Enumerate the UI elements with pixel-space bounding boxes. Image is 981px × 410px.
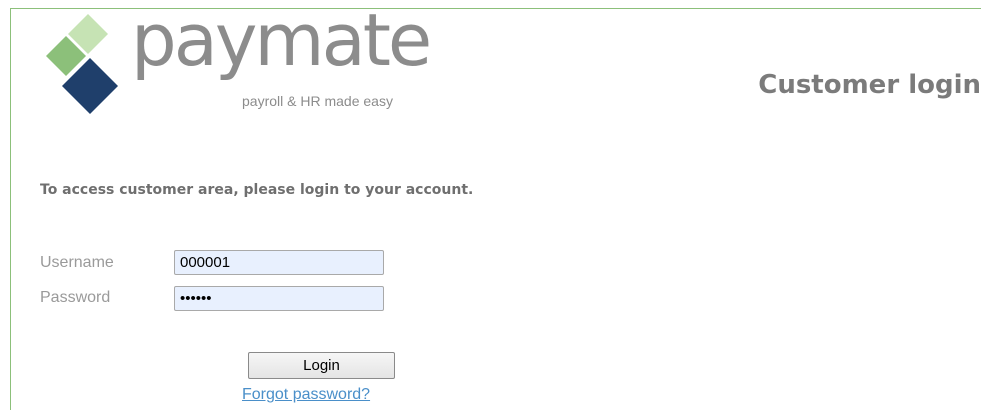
password-label: Password <box>40 289 111 306</box>
forgot-password-link[interactable]: Forgot password? <box>242 386 370 404</box>
login-instructions: To access customer area, please login to… <box>40 182 474 198</box>
username-label: Username <box>40 254 114 271</box>
logo-tagline: payroll & HR made easy <box>242 93 393 109</box>
login-button[interactable]: Login <box>248 352 395 379</box>
page-title: Customer login <box>758 70 981 100</box>
password-input[interactable] <box>174 286 384 311</box>
logo-wordmark: paymate <box>131 0 432 82</box>
username-input[interactable] <box>174 250 384 275</box>
paymate-logo: paymate payroll & HR made easy <box>38 4 438 118</box>
